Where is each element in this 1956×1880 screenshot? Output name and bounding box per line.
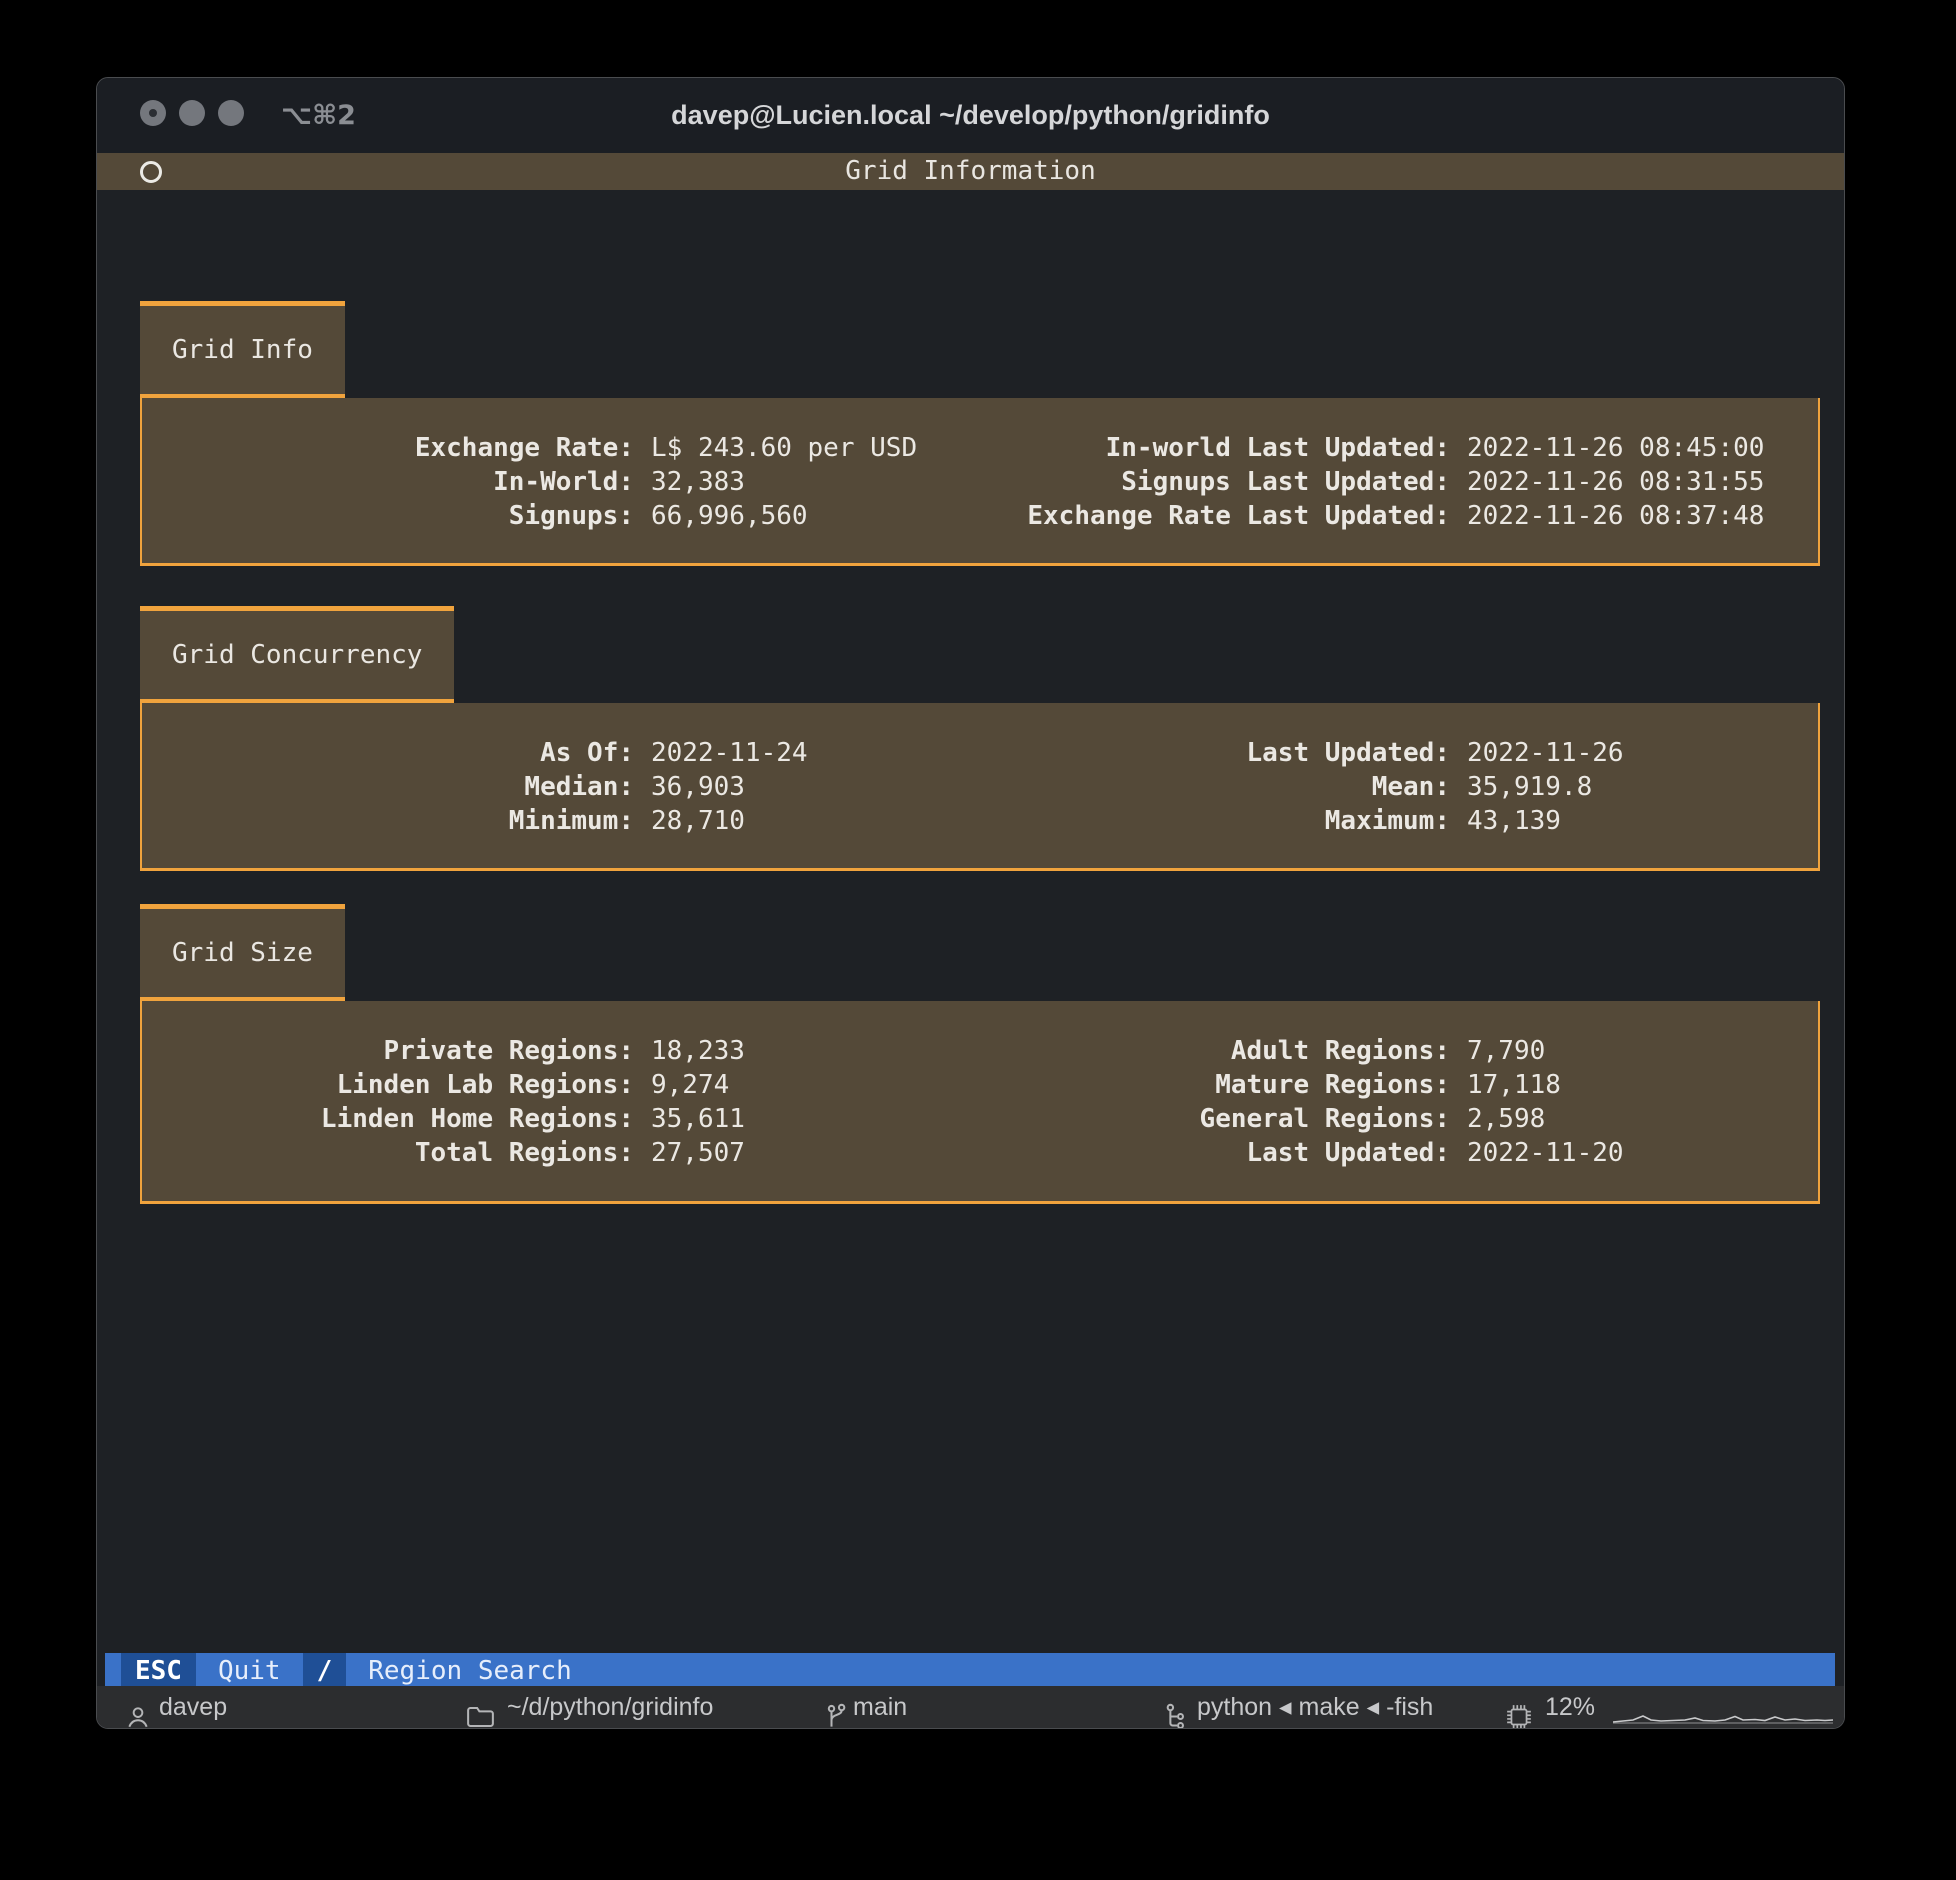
- data-row: Signups: 66,996,560: [142, 499, 917, 533]
- row-label: Maximum:: [980, 804, 1450, 838]
- row-label: Signups Last Updated:: [980, 465, 1450, 499]
- row-label: Private Regions:: [142, 1034, 634, 1068]
- row-label: Mature Regions:: [980, 1068, 1450, 1102]
- data-row: In-world Last Updated: 2022-11-26 08:45:0…: [980, 431, 1764, 465]
- row-value: 35,919.8: [1467, 770, 1592, 804]
- row-value: 2022-11-26 08:31:55: [1467, 465, 1764, 499]
- row-value: 66,996,560: [651, 499, 808, 533]
- row-value: 2022-11-26 08:45:00: [1467, 431, 1764, 465]
- row-value: 27,507: [651, 1136, 745, 1170]
- app-title: Grid Information: [97, 153, 1844, 190]
- footer-keybar: ESCQuit/Region Search: [105, 1653, 1835, 1690]
- data-row: Linden Lab Regions: 9,274: [142, 1068, 745, 1102]
- status-bar: davep ~/d/python/gridinfo main python ◂ …: [97, 1686, 1844, 1728]
- row-label: General Regions:: [980, 1102, 1450, 1136]
- data-row: Adult Regions: 7,790: [980, 1034, 1624, 1068]
- footer-action[interactable]: Region Search: [346, 1653, 594, 1690]
- screen: ⌥⌘2 davep@Lucien.local ~/develop/python/…: [0, 0, 1956, 1880]
- row-value: 18,233: [651, 1034, 745, 1068]
- row-label: Linden Lab Regions:: [142, 1068, 634, 1102]
- footer-key[interactable]: /: [303, 1653, 347, 1690]
- data-row: Private Regions: 18,233: [142, 1034, 745, 1068]
- data-row: In-World: 32,383: [142, 465, 917, 499]
- footer-action[interactable]: Quit: [196, 1653, 303, 1690]
- row-label: Median:: [142, 770, 634, 804]
- row-label: Total Regions:: [142, 1136, 634, 1170]
- data-row: Total Regions: 27,507: [142, 1136, 745, 1170]
- row-label: Last Updated:: [980, 736, 1450, 770]
- grid-size-right-column: Adult Regions: 7,790 Mature Regions: 17,118…: [980, 1034, 1624, 1170]
- row-value: 2,598: [1467, 1102, 1545, 1136]
- row-label: In-world Last Updated:: [980, 431, 1450, 465]
- status-process-chain: python ◂ make ◂ -fish: [1197, 1686, 1433, 1728]
- app-header: Grid Information: [97, 153, 1844, 190]
- data-row: Mean: 35,919.8: [980, 770, 1624, 804]
- status-cpu-percent: 12%: [1545, 1686, 1595, 1728]
- data-row: Median: 36,903: [142, 770, 808, 804]
- row-value: 7,790: [1467, 1034, 1545, 1068]
- grid-size-panel: Private Regions:18,233Linden Lab Regions…: [140, 1001, 1820, 1204]
- titlebar: ⌥⌘2 davep@Lucien.local ~/develop/python/…: [97, 78, 1844, 153]
- data-row: Signups Last Updated: 2022-11-26 08:31:55: [980, 465, 1764, 499]
- grid-concurrency-left-column: As Of: 2022-11-24 Median: 36,903 Minimum: 28,…: [142, 736, 808, 838]
- row-value: 2022-11-20: [1467, 1136, 1624, 1170]
- row-value: 28,710: [651, 804, 745, 838]
- row-value: 2022-11-26 08:37:48: [1467, 499, 1764, 533]
- data-row: Mature Regions: 17,118: [980, 1068, 1624, 1102]
- window-title: davep@Lucien.local ~/develop/python/grid…: [97, 78, 1844, 153]
- terminal-window: ⌥⌘2 davep@Lucien.local ~/develop/python/…: [96, 77, 1845, 1729]
- row-label: Minimum:: [142, 804, 634, 838]
- row-value: 17,118: [1467, 1068, 1561, 1102]
- data-row: Exchange Rate: L$ 243.60 per USD: [142, 431, 917, 465]
- row-label: Exchange Rate Last Updated:: [980, 499, 1450, 533]
- data-row: Linden Home Regions: 35,611: [142, 1102, 745, 1136]
- tab-grid-size[interactable]: Grid Size: [140, 904, 345, 1001]
- grid-info-right-column: In-world Last Updated: 2022-11-26 08:45:0…: [980, 431, 1764, 533]
- tui-app: Grid Information Grid Info Exchange Rate…: [97, 153, 1844, 1728]
- grid-info-left-column: Exchange Rate:L$ 243.60 per USDIn-World:…: [142, 431, 917, 533]
- row-value: 32,383: [651, 465, 745, 499]
- grid-info-panel: Exchange Rate:L$ 243.60 per USDIn-World:…: [140, 398, 1820, 566]
- row-label: Adult Regions:: [980, 1034, 1450, 1068]
- row-label: Last Updated:: [980, 1136, 1450, 1170]
- row-label: Mean:: [980, 770, 1450, 804]
- data-row: Last Updated: 2022-11-26: [980, 736, 1624, 770]
- row-value: 9,274: [651, 1068, 729, 1102]
- footer-key[interactable]: ESC: [121, 1653, 196, 1690]
- tab-grid-concurrency[interactable]: Grid Concurrency: [140, 606, 454, 703]
- data-row: Last Updated: 2022-11-20: [980, 1136, 1624, 1170]
- data-row: General Regions: 2,598: [980, 1102, 1624, 1136]
- row-label: Linden Home Regions:: [142, 1102, 634, 1136]
- data-row: As Of: 2022-11-24: [142, 736, 808, 770]
- status-directory: ~/d/python/gridinfo: [507, 1686, 713, 1728]
- row-value: 43,139: [1467, 804, 1561, 838]
- grid-concurrency-panel: As Of: 2022-11-24 Median: 36,903 Minimum: 28,…: [140, 703, 1820, 871]
- cpu-sparkline: [1613, 1704, 1833, 1729]
- status-user: davep: [159, 1686, 227, 1728]
- data-row: Exchange Rate Last Updated: 2022-11-26 08…: [980, 499, 1764, 533]
- row-label: Signups:: [142, 499, 634, 533]
- tab-grid-info[interactable]: Grid Info: [140, 301, 345, 398]
- row-value: 2022-11-26: [1467, 736, 1624, 770]
- status-branch: main: [853, 1686, 907, 1728]
- data-row: Minimum: 28,710: [142, 804, 808, 838]
- row-label: As Of:: [142, 736, 634, 770]
- row-value: 2022-11-24: [651, 736, 808, 770]
- row-value: 35,611: [651, 1102, 745, 1136]
- row-label: In-World:: [142, 465, 634, 499]
- row-label: Exchange Rate:: [142, 431, 634, 465]
- grid-size-left-column: Private Regions:18,233Linden Lab Regions…: [142, 1034, 745, 1170]
- row-value: 36,903: [651, 770, 745, 804]
- row-value: L$ 243.60 per USD: [651, 431, 917, 465]
- data-row: Maximum: 43,139: [980, 804, 1624, 838]
- grid-concurrency-right-column: Last Updated:2022-11-26Mean:35,919.8Maxi…: [980, 736, 1624, 838]
